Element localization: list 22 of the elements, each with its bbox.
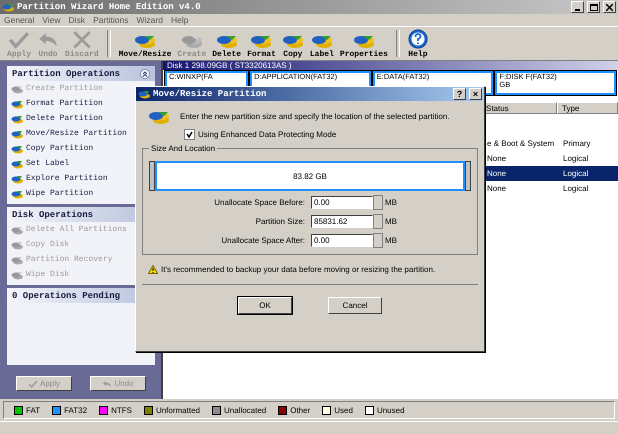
- legend-item: Used: [322, 406, 353, 414]
- section-title: Disk Operations: [12, 210, 94, 220]
- section-title: 0 Operations Pending: [12, 290, 120, 300]
- window-title: Partition Wizard Home Edition v4.0: [17, 2, 202, 12]
- legend-item: Unallocated: [212, 406, 266, 414]
- field-label: Partition Size:: [256, 217, 306, 226]
- section-title: Partition Operations: [12, 68, 120, 78]
- unit-label: MB: [384, 217, 398, 226]
- field-label: Unallocate Space After:: [221, 236, 306, 245]
- legend-item: NTFS: [99, 406, 132, 414]
- legend-item: Unused: [364, 406, 405, 414]
- group-title: Size And Location: [150, 144, 216, 153]
- legend-item: Unformatted: [144, 406, 200, 414]
- legend-item: FAT32: [52, 406, 88, 414]
- legend-item: Other: [278, 406, 310, 414]
- dialog-description: Enter the new partition size and specify the location of the selected partition.: [180, 112, 450, 120]
- unit-label: MB: [384, 236, 398, 245]
- legend-item: FAT: [14, 406, 40, 414]
- disk-header: Disk 1 298.09GB ( ST3320613AS ): [163, 61, 618, 70]
- warning-text: It's recommended to backup your data before moving or resizing the partition.: [161, 265, 436, 274]
- field-label: Unallocate Space Before:: [214, 198, 306, 207]
- unit-label: MB: [384, 198, 398, 207]
